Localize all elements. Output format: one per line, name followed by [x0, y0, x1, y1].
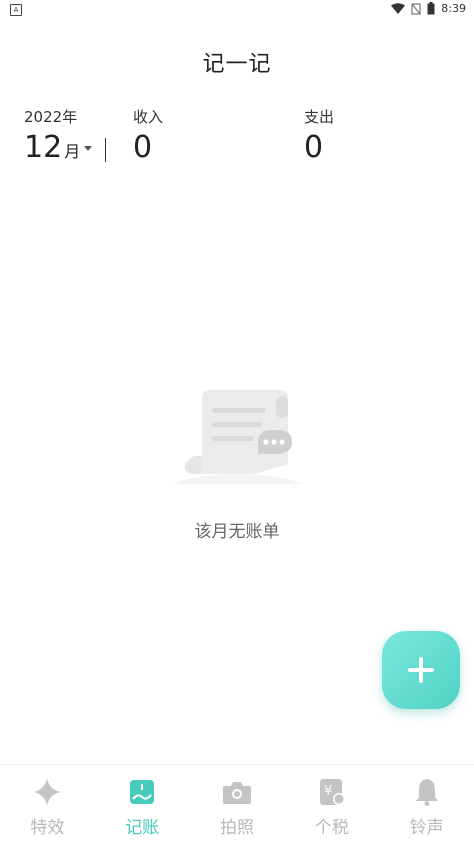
bell-icon	[415, 779, 438, 806]
status-bar: A 8:39	[0, 0, 474, 20]
tax-icon: ¥	[319, 779, 345, 805]
wifi-icon	[391, 3, 406, 14]
status-time: 8:39	[441, 2, 466, 15]
plus-icon	[408, 657, 434, 683]
no-signal-icon	[411, 2, 421, 15]
nav-label-photo: 拍照	[219, 818, 254, 838]
camera-icon	[222, 782, 251, 804]
month-number: 12	[24, 130, 63, 165]
add-record-button[interactable]	[382, 631, 460, 709]
nav-label-tax: 个税	[314, 818, 349, 838]
ledger-icon	[130, 780, 155, 804]
page-title: 记一记	[202, 52, 272, 77]
nav-label-ringtone: 铃声	[409, 818, 444, 838]
nav-item-ringtone[interactable]: 铃声	[379, 765, 474, 845]
expense-value: 0	[304, 130, 324, 165]
expense-label: 支出	[304, 108, 335, 126]
income-label: 收入	[133, 108, 164, 126]
nav-label-accounting: 记账	[125, 818, 160, 838]
svg-text:¥: ¥	[324, 784, 332, 799]
nav-label-effects: 特效	[30, 818, 65, 838]
bottom-nav: 特效 记账 拍照 ¥ 个税 铃声	[0, 764, 474, 845]
nav-item-effects[interactable]: 特效	[0, 765, 95, 845]
income-value: 0	[133, 130, 153, 165]
sparkle-icon	[33, 778, 62, 806]
empty-receipt-icon	[154, 390, 320, 502]
nav-item-tax[interactable]: ¥ 个税	[284, 765, 379, 845]
status-icons: 8:39	[391, 2, 466, 15]
divider	[105, 138, 106, 162]
year-label: 2022年	[24, 108, 78, 126]
empty-state-text: 该月无账单	[194, 522, 280, 542]
caret-down-icon	[84, 146, 93, 151]
notification-icon: A	[10, 4, 22, 16]
nav-item-accounting[interactable]: 记账	[95, 765, 190, 845]
month-picker[interactable]: 12 月	[24, 130, 93, 165]
nav-item-photo[interactable]: 拍照	[190, 765, 285, 845]
battery-icon	[427, 2, 435, 15]
month-unit: 月	[64, 142, 81, 161]
